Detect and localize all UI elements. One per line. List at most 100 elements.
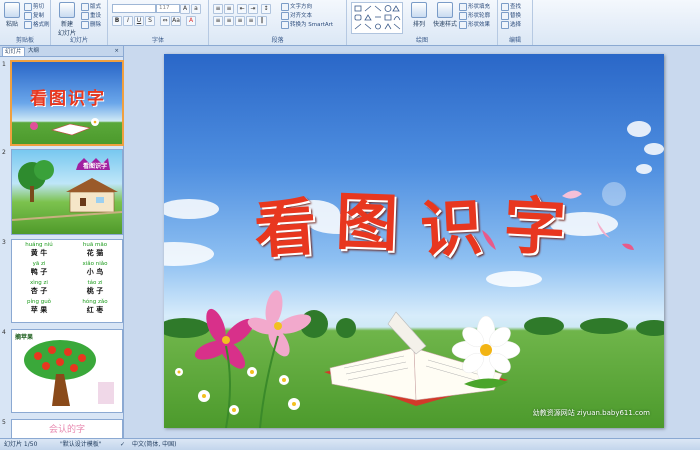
paragraph-label: 段落 xyxy=(271,37,284,44)
layout-button[interactable]: 版式 xyxy=(81,2,101,11)
select-button[interactable]: 选择 xyxy=(501,20,521,29)
slide-canvas: 看图识字 幼教资源网站 ziyuan.baby611.com xyxy=(124,46,700,438)
thumb5-text: 会认的字 xyxy=(48,425,85,435)
shape-effects-button[interactable]: 形状效果 xyxy=(459,20,490,29)
new-slide-button[interactable]: 新建 幻灯片 xyxy=(55,2,79,37)
delete-button[interactable]: 删除 xyxy=(81,20,101,29)
drawing-group: 排列 快速样式 形状填充 形状轮廓 形状效果 绘图 xyxy=(347,0,498,45)
strikethrough-button[interactable]: S xyxy=(145,16,155,26)
shapes-gallery[interactable] xyxy=(351,2,403,34)
panel-tabs: 幻灯片 大纲 × xyxy=(0,46,123,57)
text-direction-button[interactable]: 文字方向 xyxy=(281,2,312,11)
thumb3-row: xìng zi 杏 子 táo zi 桃 子 xyxy=(15,280,119,299)
thumb3-word: huā māo 花 猫 xyxy=(71,242,119,261)
font-size-field[interactable]: 117 xyxy=(156,4,180,13)
thumb3-word: huáng niú 黄 牛 xyxy=(15,242,63,261)
slides-label: 幻灯片 xyxy=(69,37,88,44)
columns-button[interactable]: ‖ xyxy=(257,16,267,26)
thumb3-word: yā zi 鸭 子 xyxy=(15,261,63,280)
quick-styles-button[interactable]: 快速样式 xyxy=(433,2,457,28)
reset-icon xyxy=(81,11,89,20)
find-button[interactable]: 查找 xyxy=(501,2,521,11)
main-slide[interactable]: 看图识字 幼教资源网站 ziyuan.baby611.com xyxy=(164,54,664,428)
thumb3-word: hóng zǎo 红 枣 xyxy=(71,299,119,318)
hanzi-text: 小 鸟 xyxy=(86,268,104,276)
new-slide-icon xyxy=(59,2,75,18)
increase-indent-button[interactable]: ⇥ xyxy=(248,4,258,14)
tab-slides[interactable]: 幻灯片 xyxy=(2,47,25,56)
thumb3-word: píng guǒ 苹 果 xyxy=(15,299,63,318)
slide-thumbnail-1[interactable]: 看图识字 xyxy=(10,60,124,146)
copy-icon xyxy=(24,11,32,20)
replace-button[interactable]: 替换 xyxy=(501,11,521,20)
hanzi-text: 鸭 子 xyxy=(30,268,48,276)
paste-button[interactable]: 粘贴 xyxy=(2,2,22,28)
align-left-button[interactable]: ≡ xyxy=(213,16,223,26)
thumb3-row: yā zi 鸭 子 xiǎo niǎo 小 鸟 xyxy=(15,261,119,280)
language-label[interactable]: 中文(简体, 中国) xyxy=(132,439,177,450)
align-right-button[interactable]: ≡ xyxy=(235,16,245,26)
reset-button[interactable]: 重设 xyxy=(81,11,101,20)
font-group: 117 A a B I U S ⇔ Aa A 字体 xyxy=(108,0,209,45)
brush-icon xyxy=(24,20,32,29)
thumb3-row: huáng niú 黄 牛 huā māo 花 猫 xyxy=(15,242,119,261)
line-spacing-button[interactable]: ↕ xyxy=(261,4,271,14)
slide-counter: 幻灯片 1/50 xyxy=(4,441,38,448)
hanzi-text: 苹 果 xyxy=(30,306,48,314)
slide-thumbnail-4[interactable]: 摘苹果 xyxy=(11,329,123,413)
font-name-field[interactable] xyxy=(112,4,156,13)
slide-thumbnail-2[interactable]: 看图识字 xyxy=(11,149,123,235)
hanzi-text: 桃 子 xyxy=(86,287,104,295)
grow-font-button[interactable]: A xyxy=(180,4,190,14)
tab-outline[interactable]: 大纲 xyxy=(26,47,41,55)
slide-artwork xyxy=(164,121,664,428)
char-spacing-button[interactable]: ⇔ xyxy=(160,16,170,26)
paragraph-group: ≡ ≡ ⇤ ⇥ ↕ ≡ ≡ ≡ ≡ ‖ 文字方向 对齐文本 转换为 SmartA… xyxy=(209,0,347,45)
thumb3-word: xiǎo niǎo 小 鸟 xyxy=(71,261,119,280)
slide-title-char: 字 xyxy=(501,188,568,265)
hanzi-text: 花 猫 xyxy=(86,249,104,257)
close-panel-button[interactable]: × xyxy=(112,47,121,55)
slide-number-4: 4 xyxy=(2,329,6,336)
shape-outline-button[interactable]: 形状轮廓 xyxy=(459,11,490,20)
spellcheck-icon[interactable]: ✓ xyxy=(120,439,125,450)
thumb3-row: píng guǒ 苹 果 hóng zǎo 红 枣 xyxy=(15,299,119,318)
bold-button[interactable]: B xyxy=(112,16,122,26)
hanzi-text: 黄 牛 xyxy=(30,249,48,257)
font-color-button[interactable]: A xyxy=(186,16,196,26)
bullets-button[interactable]: ≡ xyxy=(213,4,223,14)
arrange-button[interactable]: 排列 xyxy=(407,2,431,28)
shape-fill-button[interactable]: 形状填充 xyxy=(459,2,490,11)
drawing-label: 绘图 xyxy=(415,37,428,44)
shapes-gallery-icons xyxy=(354,5,401,30)
thumb3-word: xìng zi 杏 子 xyxy=(15,280,63,299)
watermark-text: 幼教资源网站 ziyuan.baby611.com xyxy=(532,409,650,417)
convert-smartart-button[interactable]: 转换为 SmartArt xyxy=(281,20,333,29)
align-text-button[interactable]: 对齐文本 xyxy=(281,11,312,20)
hanzi-text: 红 枣 xyxy=(86,306,104,314)
hanzi-text: 杏 子 xyxy=(30,287,48,295)
slide-number-3: 3 xyxy=(2,239,6,246)
font-label: 字体 xyxy=(151,37,164,44)
format-painter-button[interactable]: 格式刷 xyxy=(24,20,50,29)
decrease-indent-button[interactable]: ⇤ xyxy=(237,4,247,14)
slide-number-2: 2 xyxy=(2,149,6,156)
thumb3-word: táo zi 桃 子 xyxy=(71,280,119,299)
slide-thumbnail-5[interactable]: 会认的字 xyxy=(11,419,123,438)
underline-button[interactable]: U xyxy=(134,16,144,26)
align-text-icon xyxy=(281,11,289,20)
change-case-button[interactable]: Aa xyxy=(171,16,181,26)
slide-thumbnail-3[interactable]: huáng niú 黄 牛 huā māo 花 猫 yā zi 鸭 子 xiǎo niǎo 小… xyxy=(11,239,123,323)
layout-icon xyxy=(81,2,89,11)
copy-button[interactable]: 复制 xyxy=(24,11,44,20)
slide-title-char: 识 xyxy=(418,190,485,267)
justify-button[interactable]: ≡ xyxy=(246,16,256,26)
cut-button[interactable]: 剪切 xyxy=(24,2,44,11)
numbering-button[interactable]: ≡ xyxy=(224,4,234,14)
italic-button[interactable]: I xyxy=(123,16,133,26)
thumb3-word-grid: huáng niú 黄 牛 huā māo 花 猫 yā zi 鸭 子 xiǎo niǎo 小… xyxy=(15,242,119,318)
slide-number-5: 5 xyxy=(2,419,6,426)
align-center-button[interactable]: ≡ xyxy=(224,16,234,26)
shrink-font-button[interactable]: a xyxy=(191,4,201,14)
replace-icon xyxy=(501,11,509,20)
